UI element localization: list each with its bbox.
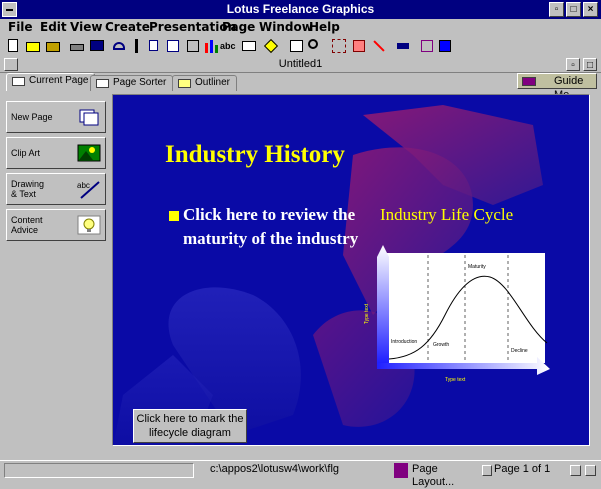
chart-icon[interactable]	[202, 37, 220, 55]
zoom-page-icon[interactable]	[288, 37, 306, 55]
phase-label-growth: Growth	[433, 342, 449, 348]
color-icon[interactable]	[262, 37, 280, 55]
paste-icon[interactable]	[164, 37, 182, 55]
vertical-scrollbar[interactable]	[590, 94, 601, 446]
toolbar: abc	[0, 35, 601, 57]
document-maximize-button[interactable]: □	[583, 58, 597, 71]
close-button[interactable]: ×	[583, 2, 598, 17]
clip-art-button[interactable]: Clip Art	[6, 137, 106, 169]
chart-title[interactable]: Industry Life Cycle	[380, 205, 513, 225]
zoom-icon[interactable]	[306, 37, 324, 55]
slide-title[interactable]: Industry History	[165, 141, 345, 169]
menu-create[interactable]: Create	[105, 20, 150, 34]
page-layout-button[interactable]: Page Layout...	[412, 463, 478, 488]
table-icon[interactable]	[240, 37, 258, 55]
drawing-text-icon: abc	[77, 181, 100, 199]
horizontal-scrollbar[interactable]	[112, 446, 590, 460]
next-page-icon[interactable]	[394, 37, 412, 55]
callout-mark-lifecycle[interactable]: Click here to mark the lifecycle diagram	[133, 409, 247, 443]
tab-current-page[interactable]: Current Page	[6, 73, 96, 91]
y-axis-label[interactable]: Type text	[364, 304, 370, 324]
cut-icon[interactable]	[128, 37, 146, 55]
document-menu-icon[interactable]	[4, 58, 18, 71]
print-icon[interactable]	[68, 37, 86, 55]
new-page-icon	[79, 109, 99, 126]
open-folder-icon[interactable]	[44, 37, 62, 55]
menu-file[interactable]: File	[8, 20, 33, 34]
svg-text:abc: abc	[77, 181, 90, 190]
spell-check-icon[interactable]: abc	[220, 37, 238, 55]
chart-plot-area	[383, 253, 545, 363]
phase-label-maturity: Maturity	[468, 264, 486, 270]
document-minimize-button[interactable]: ▫	[566, 58, 580, 71]
status-path[interactable]: c:\appos2\lotusw4\work\flg	[210, 463, 380, 478]
group-icon[interactable]	[330, 37, 348, 55]
guide-me-button[interactable]: Guide Me	[517, 73, 597, 101]
page-nav-icon[interactable]	[482, 465, 492, 476]
last-page-button[interactable]	[585, 465, 596, 476]
content-advice-button[interactable]: Content Advice	[6, 209, 106, 241]
x-axis-label[interactable]: Type text	[445, 377, 465, 383]
symbol-icon[interactable]	[184, 37, 202, 55]
clip-art-icon	[77, 144, 101, 162]
content-advice-label: Content Advice	[11, 215, 43, 235]
status-bar: c:\appos2\lotusw4\work\flg Page Layout..…	[0, 460, 601, 488]
document-title: Untitled1	[278, 58, 323, 70]
view-tabs: Current Page Page Sorter Outliner	[0, 73, 601, 91]
lifecycle-diagram[interactable]: Introduction Growth Maturity Decline Typ…	[364, 245, 550, 383]
new-page-label: New Page	[11, 112, 53, 122]
current-page-icon	[12, 77, 25, 86]
smarticons-palette-icon[interactable]	[436, 37, 454, 55]
tab-page-sorter[interactable]: Page Sorter	[90, 75, 174, 91]
sidebar: New Page Clip Art Drawing & Text abc Con…	[0, 91, 112, 460]
page-layout-icon	[394, 463, 408, 478]
tab-outliner[interactable]: Outliner	[172, 75, 238, 91]
drawing-text-label: Drawing & Text	[11, 179, 45, 199]
window-title: Lotus Freelance Graphics	[226, 2, 375, 16]
open-file-icon[interactable]	[24, 37, 42, 55]
smart-icon[interactable]	[418, 37, 436, 55]
document-titlebar[interactable]: Untitled1 ▫ □	[0, 57, 601, 73]
no-shadow-icon[interactable]	[370, 37, 388, 55]
guide-me-icon	[522, 77, 536, 86]
drawing-text-button[interactable]: Drawing & Text abc	[6, 173, 106, 205]
screen-show-icon[interactable]	[88, 37, 106, 55]
content-advice-icon	[77, 215, 101, 235]
bullet-text[interactable]: Click here to review the maturity of the…	[183, 203, 383, 251]
outliner-icon	[178, 79, 191, 88]
phase-label-decline: Decline	[511, 348, 528, 354]
next-page-button[interactable]	[570, 465, 581, 476]
slide-canvas[interactable]: Industry History Click here to review th…	[112, 94, 590, 446]
clip-art-label: Clip Art	[11, 148, 41, 158]
status-blank-left	[4, 463, 194, 478]
y-axis-arrow	[377, 245, 389, 363]
page-indicator[interactable]: Page 1 of 1	[494, 463, 554, 478]
window-titlebar[interactable]: Lotus Freelance Graphics ▫ □ ×	[0, 0, 601, 19]
undo-icon[interactable]	[110, 37, 128, 55]
menu-edit[interactable]: Edit	[40, 20, 67, 34]
menu-help[interactable]: Help	[309, 20, 340, 34]
new-page-button[interactable]: New Page	[6, 101, 106, 133]
menu-bar: File Edit View Create Presentation Page …	[0, 19, 601, 35]
system-menu-icon[interactable]	[2, 2, 17, 17]
menu-view[interactable]: View	[70, 20, 102, 34]
align-icon[interactable]	[350, 37, 368, 55]
copy-icon[interactable]	[146, 37, 164, 55]
menu-page[interactable]: Page	[222, 20, 255, 34]
page-sorter-icon	[96, 79, 109, 88]
new-file-icon[interactable]	[4, 37, 22, 55]
bullet-square-icon	[169, 211, 179, 221]
minimize-button[interactable]: ▫	[549, 2, 564, 17]
phase-label-introduction: Introduction	[391, 339, 417, 345]
menu-window[interactable]: Window	[259, 20, 313, 34]
maximize-button[interactable]: □	[566, 2, 581, 17]
